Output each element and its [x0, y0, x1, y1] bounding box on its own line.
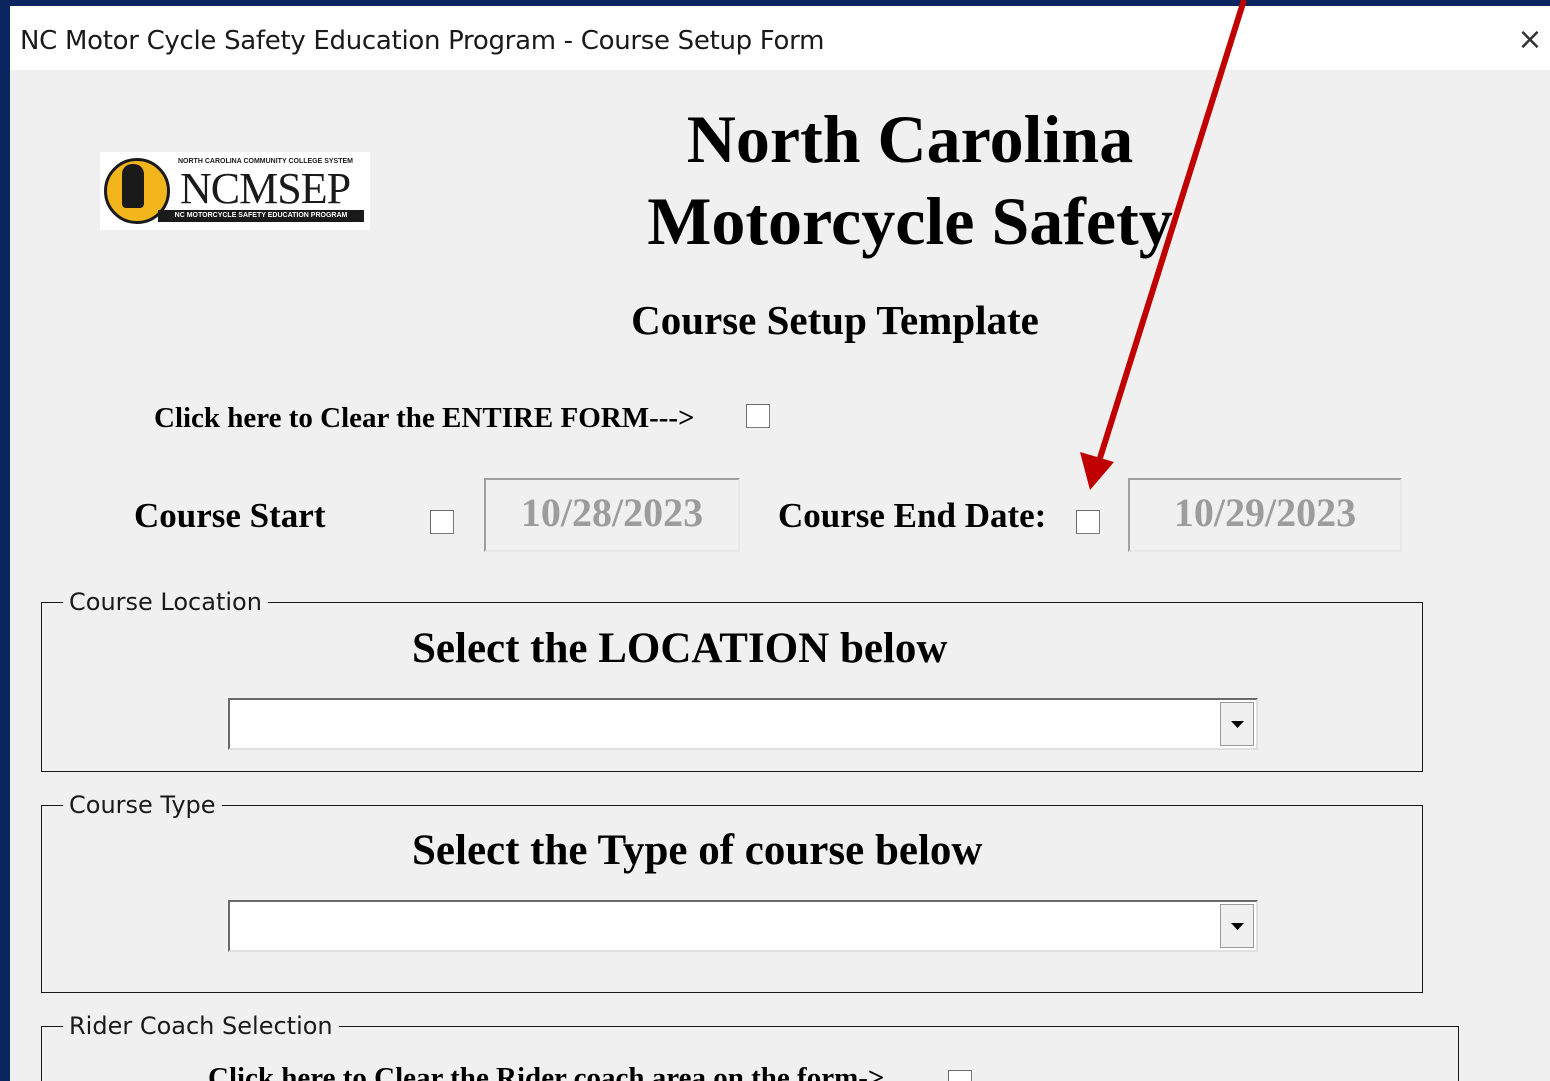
- chevron-down-icon: [1231, 721, 1244, 728]
- window-title: NC Motor Cycle Safety Education Program …: [20, 26, 825, 56]
- logo-bottom-text: NC MOTORCYCLE SAFETY EDUCATION PROGRAM: [158, 210, 364, 222]
- course-end-date-field[interactable]: 10/29/2023: [1128, 478, 1402, 552]
- rider-coach-clear-checkbox[interactable]: [948, 1070, 972, 1081]
- chevron-down-icon: [1231, 923, 1244, 930]
- logo-main-text: NCMSEP: [180, 164, 351, 213]
- rider-coach-legend: Rider Coach Selection: [63, 1012, 339, 1040]
- page-title-line-1: North Carolina: [686, 101, 1134, 177]
- page-title-line-2: Motorcycle Safety: [647, 183, 1173, 259]
- rider-coach-clear-label: Click here to Clear the Rider coach area…: [208, 1062, 885, 1081]
- title-bar: NC Motor Cycle Safety Education Program …: [10, 6, 1550, 70]
- course-type-heading: Select the Type of course below: [412, 827, 983, 874]
- course-location-legend: Course Location: [63, 588, 268, 616]
- ncmsep-logo: NORTH CAROLINA COMMUNITY COLLEGE SYSTEM …: [100, 152, 370, 230]
- course-end-date-label: Course End Date:: [778, 496, 1047, 535]
- page-subtitle: Course Setup Template: [631, 297, 1039, 343]
- motorcycle-rider-icon: [122, 164, 144, 208]
- close-icon[interactable]: ×: [1510, 18, 1550, 62]
- course-start-label: Course Start: [134, 496, 326, 535]
- course-type-dropdown-button[interactable]: [1220, 904, 1254, 948]
- page-title: North Carolina Motorcycle Safety: [590, 98, 1230, 262]
- course-end-date-checkbox[interactable]: [1076, 510, 1100, 534]
- course-start-checkbox[interactable]: [430, 510, 454, 534]
- course-setup-dialog: NC Motor Cycle Safety Education Program …: [10, 6, 1550, 1081]
- course-start-date-field[interactable]: 10/28/2023: [484, 478, 740, 552]
- location-dropdown-button[interactable]: [1220, 702, 1254, 746]
- location-select[interactable]: [228, 698, 1258, 750]
- clear-form-checkbox[interactable]: [746, 404, 770, 428]
- course-type-legend: Course Type: [63, 791, 222, 819]
- location-heading: Select the LOCATION below: [412, 625, 948, 672]
- course-type-select[interactable]: [228, 900, 1258, 952]
- clear-form-label: Click here to Clear the ENTIRE FORM--->: [154, 402, 695, 434]
